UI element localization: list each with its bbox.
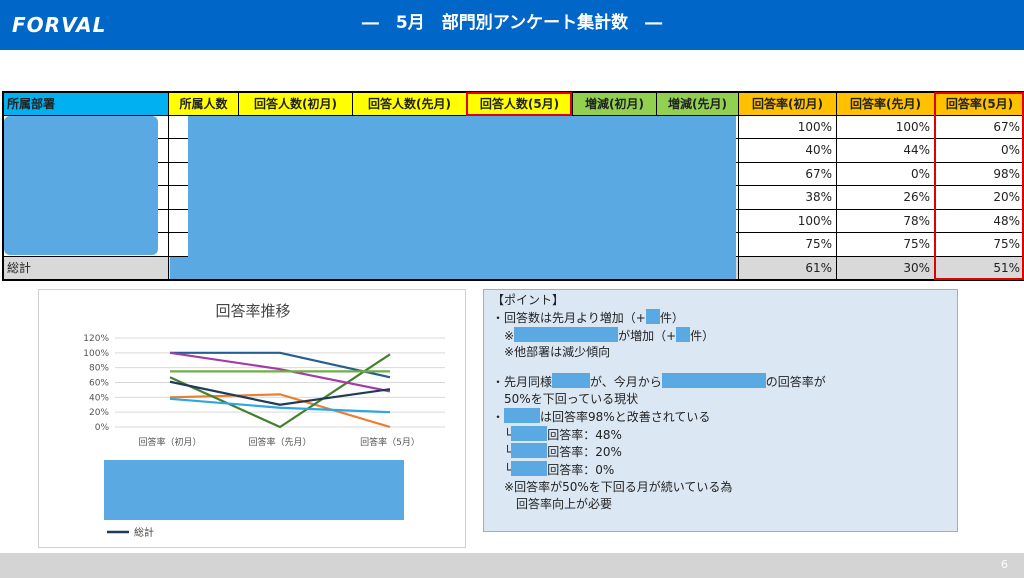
redaction (676, 326, 691, 342)
y-tick-label: 80% (89, 364, 109, 374)
cell-rate-last: 26% (836, 185, 935, 210)
x-tick-label: 回答率（初月） (138, 436, 201, 448)
points-panel: 【ポイント】 ・回答数は先月より増加（+ 件） ※ が増加（+ 件） ※他部署は減少傾… (483, 289, 958, 532)
points-title: 【ポイント】 (492, 293, 565, 307)
redaction (514, 326, 619, 342)
y-tick-label: 120% (83, 334, 109, 344)
point-1-sub-end: 件） (690, 328, 715, 343)
cell-rate-may: 20% (934, 185, 1024, 210)
point-2-mid: が、今月から (590, 375, 662, 390)
point-3-sub2: └ 回答率：20% (492, 443, 949, 461)
point-2-line2: 50%を下回っている現状 (492, 391, 949, 408)
cell-rate-first: 67% (738, 161, 837, 186)
page-title: ― 5月 部門別アンケート集計数 ― (361, 13, 663, 33)
redaction (645, 308, 660, 324)
y-tick-label: 20% (89, 408, 109, 418)
cell-rate-last: 100% (836, 114, 935, 139)
cell-rate-first: 38% (738, 185, 837, 210)
cell-rate-first: 100% (738, 208, 837, 233)
redaction-counts (188, 116, 736, 280)
header-members: 所属人数 (168, 91, 239, 116)
point-1: ・回答数は先月より増加（+ 件） (492, 308, 949, 327)
cell-rate-first: 40% (738, 138, 837, 163)
point-3-sub1-text: 回答率：48% (547, 427, 622, 442)
y-tick-label: 60% (89, 379, 109, 389)
note-1-text: ※回答率が50%を下回る月が続いている為 (504, 479, 733, 494)
cell-rate-last: 44% (836, 138, 935, 163)
redaction (552, 373, 591, 389)
point-3-sub1-pre: └ (504, 427, 512, 442)
point-1-sub2-text: ※他部署は減少傾向 (504, 345, 611, 360)
series-line-1 (170, 351, 391, 379)
point-3-sub3-pre: └ (504, 463, 512, 478)
redaction (511, 461, 548, 477)
point-1-sub2: ※他部署は減少傾向 (492, 344, 949, 361)
header-resp-first: 回答人数(初月) (238, 91, 353, 116)
total-rate-may: 51% (934, 255, 1024, 280)
redaction (511, 443, 548, 459)
header-dept: 所属部署 (2, 91, 169, 116)
point-3-pre: ・ (492, 409, 505, 424)
header-resp-may: 回答人数(5月) (466, 91, 573, 116)
point-2-pre: ・先月同様 (492, 375, 553, 390)
cell-rate-first: 100% (738, 114, 837, 139)
point-3-sub1: └ 回答率：48% (492, 425, 949, 444)
point-1-end: 件） (659, 310, 684, 325)
cell-rate-may: 67% (934, 114, 1024, 139)
header-rate-may: 回答率(5月) (934, 91, 1024, 116)
point-2-line2-text: 50%を下回っている現状 (504, 391, 639, 406)
point-1-sub-pre: ※ (504, 328, 515, 343)
cell-rate-last: 75% (836, 232, 935, 257)
cell-rate-first: 75% (738, 232, 837, 257)
point-1-sub-text: が増加（+ (618, 328, 677, 343)
footer-bar: 6 (0, 553, 1024, 578)
point-3-sub3: └ 回答率：0% (492, 461, 949, 479)
header-diff-last: 増減(先月) (656, 91, 739, 116)
point-3-sub2-text: 回答率：20% (547, 445, 622, 460)
cell-rate-may: 48% (934, 208, 1024, 233)
redaction-legend (104, 460, 404, 520)
header-bar: FORVAL ― 5月 部門別アンケート集計数 ― (0, 0, 1024, 50)
point-2: ・先月同様 が、今月から の回答率が (492, 373, 949, 391)
redaction (504, 407, 541, 423)
note-1: ※回答率が50%を下回る月が続いている為 (492, 479, 949, 496)
redaction-dept-names (4, 116, 158, 255)
point-1-text: ・回答数は先月より増加（+ (492, 310, 646, 325)
table-header-row: 所属部署 所属人数 回答人数(初月) 回答人数(先月) 回答人数(5月) 増減(… (2, 91, 1024, 116)
cell-rate-last: 0% (836, 161, 935, 186)
header-diff-first: 増減(初月) (572, 91, 657, 116)
legend-label-total: 総計 (134, 526, 154, 539)
point-3-sub3-text: 回答率：0% (547, 463, 615, 478)
cell-rate-last: 78% (836, 208, 935, 233)
point-3-text: は回答率98%と改善されている (540, 409, 711, 424)
point-2-end: の回答率が (765, 375, 826, 390)
total-rate-first: 61% (738, 255, 837, 280)
y-tick-label: 40% (89, 393, 109, 403)
cell-rate-may: 75% (934, 232, 1024, 257)
chart-svg: 120% 100% 80% 60% 40% 20% 0% 回答率（初月） 回答率（先月） 回答率… (83, 334, 445, 539)
redaction (511, 425, 548, 441)
response-rate-chart: 回答率推移 120% 100% 80% 60% 40% 20% 0% 回答率（初月） 回答率（… (38, 289, 466, 548)
total-rate-last: 30% (836, 255, 935, 280)
y-tick-label: 100% (83, 349, 109, 359)
point-3: ・ は回答率98%と改善されている (492, 407, 949, 426)
header-rate-last: 回答率(先月) (836, 91, 935, 116)
note-2-text: 回答率向上が必要 (516, 496, 613, 511)
point-3-sub2-pre: └ (504, 445, 512, 460)
redaction (661, 373, 766, 389)
y-tick-label: 0% (95, 423, 110, 433)
cell-rate-may: 98% (934, 161, 1024, 186)
redaction-total-members (170, 257, 192, 280)
cell-rate-may: 0% (934, 138, 1024, 163)
page-number: 6 (1001, 558, 1008, 571)
x-tick-label: 回答率（5月） (360, 436, 420, 448)
header-resp-last: 回答人数(先月) (352, 91, 467, 116)
total-label: 総計 (2, 255, 169, 280)
x-tick-label: 回答率（先月） (248, 436, 311, 448)
header-rate-first: 回答率(初月) (738, 91, 837, 116)
note-2: 回答率向上が必要 (492, 496, 949, 513)
point-1-sub: ※ が増加（+ 件） (492, 326, 949, 345)
